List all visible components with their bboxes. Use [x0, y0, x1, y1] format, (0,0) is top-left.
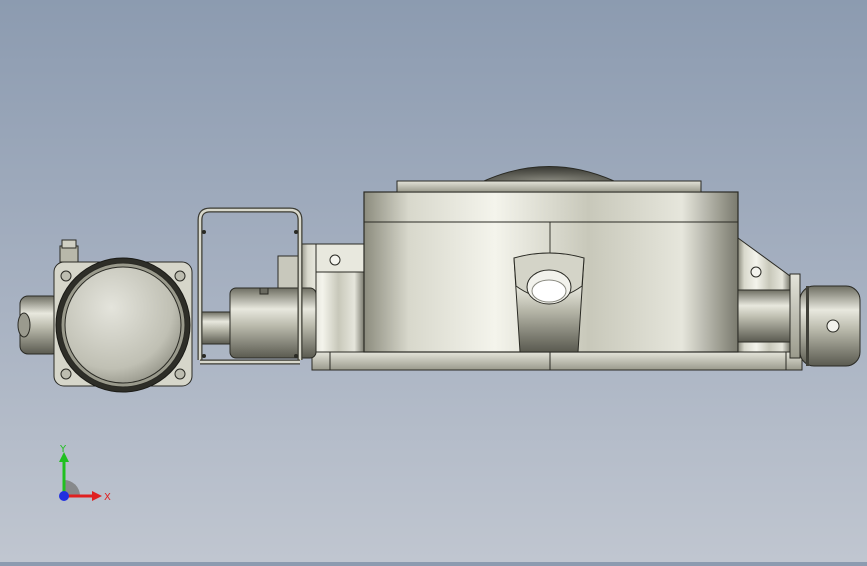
coordinate-triad: Y X — [48, 440, 118, 510]
cad-viewport[interactable] — [0, 0, 867, 562]
motor-housing[interactable] — [17, 239, 193, 393]
z-axis-dot — [59, 491, 69, 501]
x-axis-label: X — [104, 492, 111, 503]
screw-icon — [174, 368, 186, 380]
right-bracket[interactable] — [737, 237, 801, 359]
right-shaft-end[interactable] — [799, 285, 861, 367]
bolt-hole-icon — [750, 266, 762, 278]
base-plate[interactable] — [311, 351, 803, 371]
screw-icon — [60, 368, 72, 380]
screw-icon — [174, 270, 186, 282]
pin-hole-icon — [826, 319, 840, 333]
turntable-body[interactable] — [363, 191, 739, 353]
screw-icon — [60, 270, 72, 282]
y-axis-label: Y — [59, 444, 67, 455]
bolt-hole-icon — [329, 254, 341, 266]
